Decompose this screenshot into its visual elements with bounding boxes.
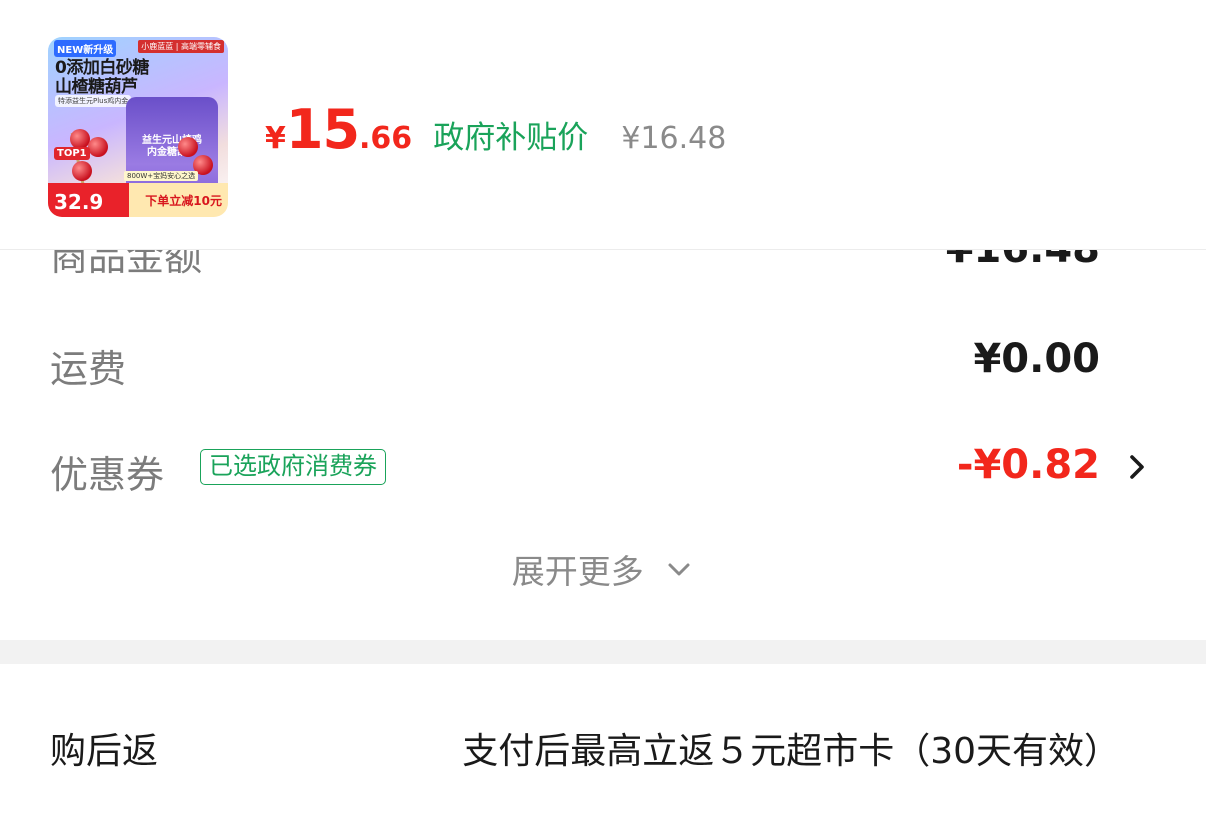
hawthorn-icon: [70, 129, 90, 149]
currency-symbol: ¥: [265, 121, 286, 156]
thumb-cta: 下单立减10元: [145, 194, 222, 208]
price-integer: 15: [285, 98, 360, 161]
thumb-title-line2: 山楂糖葫芦: [55, 77, 138, 97]
gov-subsidy-price-label: 政府补贴价: [433, 120, 589, 156]
shipping-row: 运费 ¥0.00: [0, 322, 1206, 402]
thumb-brand-tag: 小鹿蓝蓝 | 高端零辅食: [138, 40, 224, 53]
thumb-top-badge: TOP1: [54, 147, 90, 160]
chevron-right-icon[interactable]: [1120, 450, 1154, 484]
order-confirm-page: 商品金额 ¥16.48 NEW新升级 小鹿蓝蓝 | 高端零辅食 0添加白砂糖 山…: [0, 0, 1206, 822]
hawthorn-icon: [178, 137, 198, 157]
cashback-value: 支付后最高立返５元超市卡（30天有效）: [462, 731, 1120, 772]
expand-more-label: 展开更多: [511, 552, 644, 591]
coupon-selected-tag[interactable]: 已选政府消费券: [200, 449, 386, 485]
section-divider: [0, 640, 1206, 664]
product-header: NEW新升级 小鹿蓝蓝 | 高端零辅食 0添加白砂糖 山楂糖葫芦 特添益生元Pl…: [0, 0, 1206, 250]
thumb-strip: 特添益生元Plus鸡内金: [55, 95, 132, 107]
coupon-row[interactable]: 优惠券 已选政府消费券 -¥0.82: [0, 428, 1206, 508]
shipping-label: 运费: [50, 347, 127, 391]
thumb-tiny-note: 800W+宝妈安心之选: [124, 171, 199, 181]
chevron-down-icon: [668, 563, 690, 576]
product-thumbnail[interactable]: NEW新升级 小鹿蓝蓝 | 高端零辅食 0添加白砂糖 山楂糖葫芦 特添益生元Pl…: [48, 37, 228, 217]
thumb-price-chip: 32.9: [54, 190, 104, 214]
cashback-row: 购后返 支付后最高立返５元超市卡（30天有效）: [0, 664, 1206, 822]
hawthorn-icon: [88, 137, 108, 157]
price-decimal: .66: [359, 121, 413, 156]
cashback-label: 购后返: [50, 731, 159, 772]
original-price: ¥16.48: [621, 121, 727, 156]
coupon-discount-value: -¥0.82: [956, 442, 1100, 488]
expand-more-button[interactable]: 展开更多: [0, 545, 1206, 601]
price-line: ¥15.66 政府补贴价 ¥16.48: [265, 98, 726, 162]
shipping-value: ¥0.00: [973, 336, 1100, 382]
coupon-label: 优惠券: [50, 453, 165, 497]
hawthorn-icon: [72, 161, 92, 181]
